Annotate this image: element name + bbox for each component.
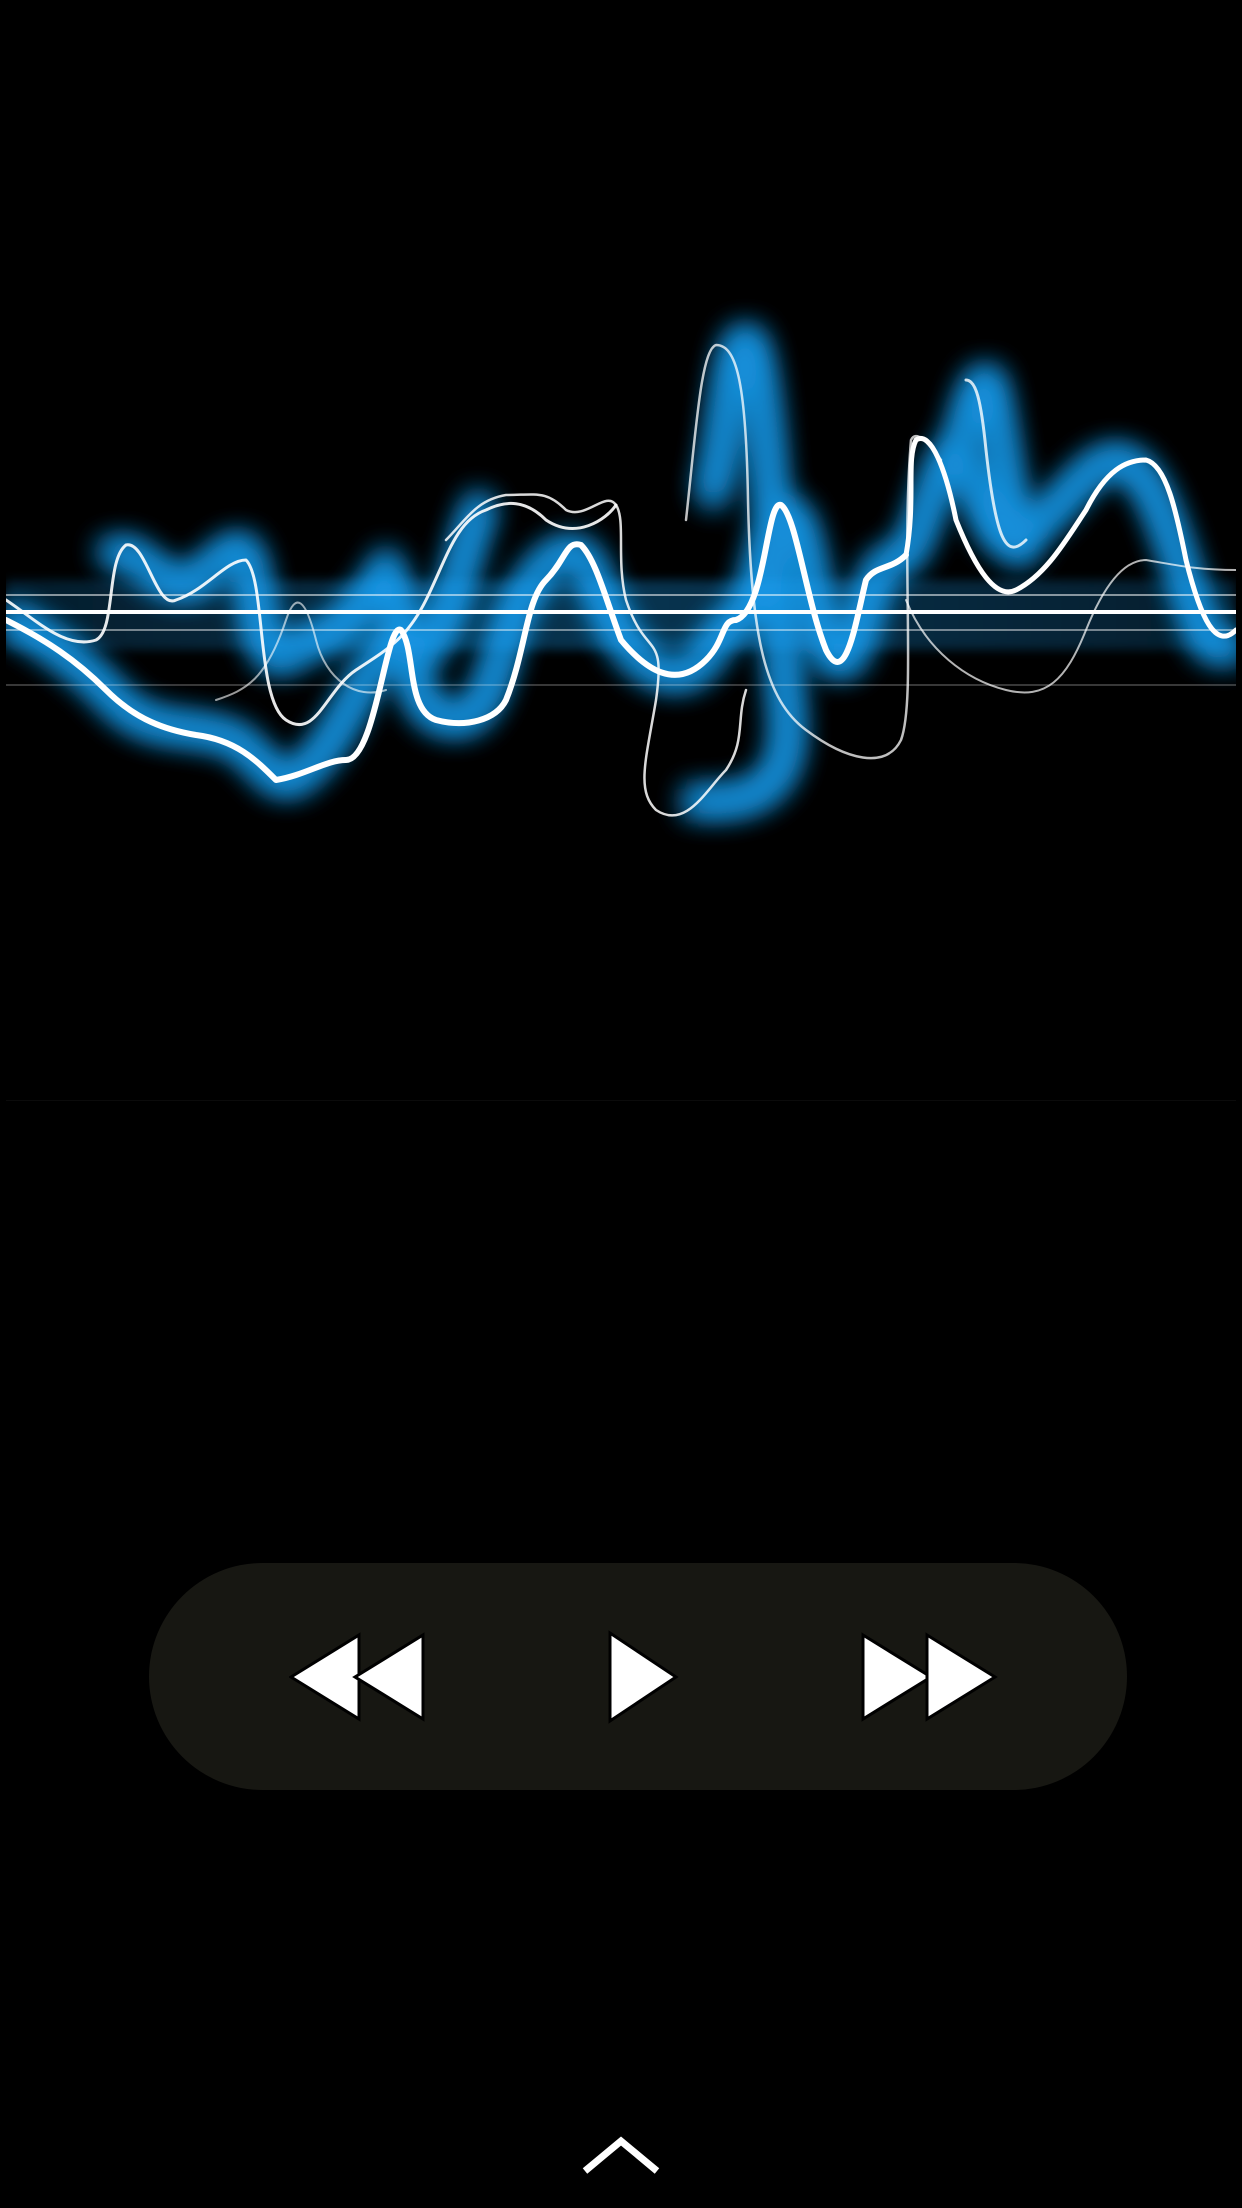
rewind-button[interactable] xyxy=(279,1622,439,1732)
sound-wave-artwork xyxy=(6,326,1236,817)
fast-forward-icon xyxy=(861,1631,998,1722)
player-controls xyxy=(149,1563,1127,1790)
play-button[interactable] xyxy=(597,1622,687,1732)
rewind-icon xyxy=(289,1631,425,1722)
chevron-up-icon xyxy=(582,2136,660,2174)
play-icon xyxy=(608,1629,679,1724)
fast-forward-button[interactable] xyxy=(849,1622,1009,1732)
album-artwork xyxy=(6,0,1236,1101)
expand-button[interactable] xyxy=(571,2125,671,2185)
